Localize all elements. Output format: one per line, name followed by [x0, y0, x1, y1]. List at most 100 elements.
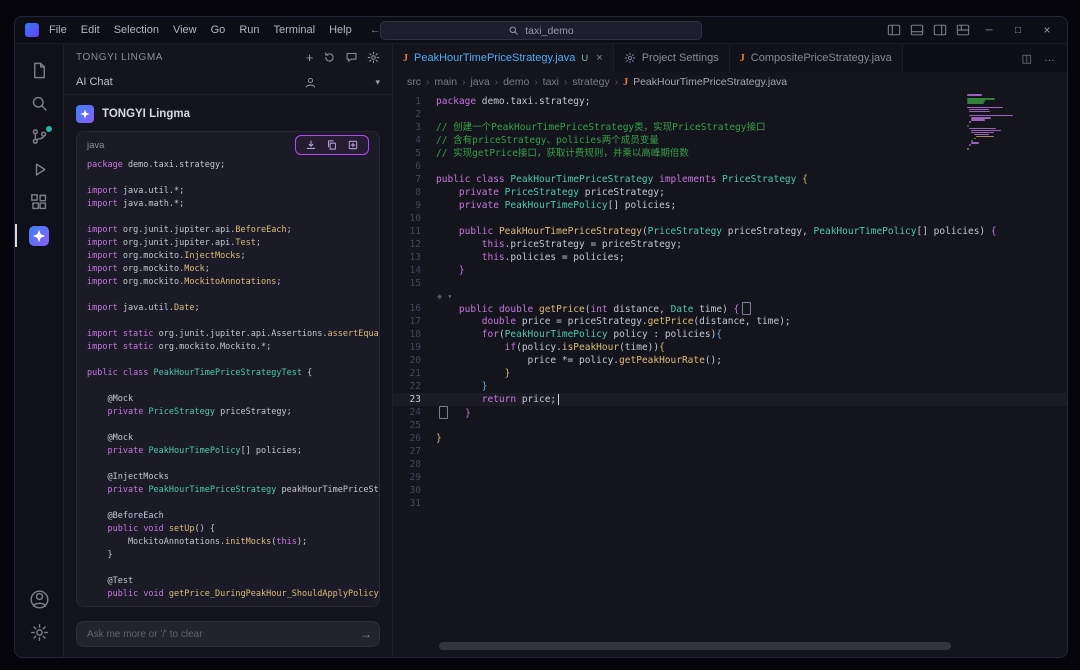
line-number: 17: [393, 315, 436, 328]
extensions-icon[interactable]: [15, 186, 63, 219]
panel-settings-icon[interactable]: [367, 51, 380, 64]
minimap[interactable]: [967, 94, 1013, 161]
close-button[interactable]: ×: [1037, 23, 1057, 37]
chat-tab-label: AI Chat: [76, 76, 113, 88]
code-line: 24 }: [393, 406, 1067, 419]
breadcrumb-item[interactable]: strategy: [572, 76, 609, 88]
code-line: import static org.mockito.Mockito.*;: [87, 342, 369, 355]
line-number: 20: [393, 354, 436, 367]
code-line: 7public class PeakHourTimePriceStrategy …: [393, 173, 1067, 186]
new-file-code-icon[interactable]: [347, 139, 359, 151]
sidebar-title: TONGYI LINGMA: [76, 52, 163, 63]
tab-close-icon[interactable]: ×: [596, 52, 602, 64]
code-line: 6: [393, 160, 1067, 173]
customize-layout-icon[interactable]: [956, 23, 970, 37]
split-editor-icon[interactable]: ◫: [1022, 52, 1032, 65]
code-line: 23 return price;: [393, 393, 1067, 406]
code-line: [87, 355, 369, 368]
layout-secondary-sidebar-icon[interactable]: [933, 23, 947, 37]
feedback-icon[interactable]: [345, 51, 358, 64]
line-number: 10: [393, 212, 436, 225]
line-number: 30: [393, 484, 436, 497]
lingma-sidebar: TONGYI LINGMA + AI Chat ▾: [64, 44, 393, 657]
app-logo-icon: [25, 23, 39, 37]
user-icon[interactable]: [304, 76, 317, 89]
account-icon[interactable]: [15, 583, 63, 616]
code-line: [87, 498, 369, 511]
code-line: import org.mockito.Mock;: [87, 264, 369, 277]
breadcrumb-item[interactable]: demo: [503, 76, 529, 88]
source-control-icon[interactable]: [15, 120, 63, 153]
line-number: 13: [393, 251, 436, 264]
project-settings-icon: [624, 52, 636, 64]
breadcrumb-item[interactable]: java: [470, 76, 489, 88]
tab-project-settings[interactable]: Project Settings: [614, 44, 730, 72]
code-line: [87, 420, 369, 433]
java-file-icon: J: [740, 53, 745, 64]
code-line: 10: [393, 212, 1067, 225]
settings-gear-icon[interactable]: [15, 616, 63, 649]
menu-item-go[interactable]: Go: [211, 24, 226, 36]
menu-item-run[interactable]: Run: [239, 24, 259, 36]
breadcrumb-item[interactable]: PeakHourTimePriceStrategy.java: [633, 76, 787, 88]
send-icon[interactable]: →: [360, 627, 372, 641]
minimize-button[interactable]: ─: [979, 25, 999, 36]
tab-label: PeakHourTimePriceStrategy.java: [414, 52, 575, 64]
layout-panel-icon[interactable]: [910, 23, 924, 37]
line-number: 5: [393, 147, 436, 160]
horizontal-scrollbar[interactable]: [439, 642, 951, 650]
code-line: [87, 290, 369, 303]
copy-code-icon[interactable]: [326, 139, 338, 151]
lingma-assistant-icon[interactable]: [15, 219, 63, 252]
code-editor[interactable]: 1package demo.taxi.strategy;23// 创建一个Pea…: [393, 92, 1067, 657]
code-line: 2: [393, 108, 1067, 121]
code-line: @Mock: [87, 394, 369, 407]
new-chat-icon[interactable]: +: [306, 51, 314, 64]
menu-item-selection[interactable]: Selection: [114, 24, 159, 36]
menu-item-help[interactable]: Help: [329, 24, 352, 36]
code-line: @BeforeEach: [87, 511, 369, 524]
breadcrumb-separator: ›: [462, 77, 465, 88]
breadcrumb-item[interactable]: taxi: [543, 76, 559, 88]
chat-input[interactable]: [76, 621, 380, 647]
tab-peakhourtimepricestrategy[interactable]: J PeakHourTimePriceStrategy.java U ×: [393, 44, 614, 72]
command-center-search[interactable]: taxi_demo: [380, 21, 702, 40]
menu-item-file[interactable]: File: [49, 24, 67, 36]
git-untracked-badge: U: [581, 53, 588, 64]
run-debug-icon[interactable]: [15, 153, 63, 186]
breadcrumb-separator: ›: [534, 77, 537, 88]
chat-code-content: package demo.taxi.strategy; import java.u…: [77, 158, 379, 606]
chevron-down-icon[interactable]: ▾: [375, 77, 380, 88]
more-actions-icon[interactable]: …: [1044, 52, 1055, 64]
line-number: 12: [393, 238, 436, 251]
code-line: import java.util.Date;: [87, 303, 369, 316]
code-line: @Test: [87, 576, 369, 589]
line-number: 6: [393, 160, 436, 173]
code-line: @InjectMocks: [87, 472, 369, 485]
menu-item-terminal[interactable]: Terminal: [274, 24, 316, 36]
line-number: 7: [393, 173, 436, 186]
chat-messages: TONGYI Lingma java package demo.taxi.str…: [64, 95, 392, 613]
line-number: 4: [393, 134, 436, 147]
breadcrumb: src› main› java› demo› taxi› strategy› J…: [393, 72, 1067, 92]
tab-compositepricestrategy[interactable]: J CompositePriceStrategy.java: [730, 44, 903, 72]
maximize-button[interactable]: □: [1008, 25, 1028, 36]
search-sidebar-icon[interactable]: [15, 87, 63, 120]
line-number: 22: [393, 380, 436, 393]
chat-mode-selector[interactable]: AI Chat ▾: [64, 70, 392, 95]
code-line: 5// 实现getPrice接口，获取计费规则，并乘以高峰期倍数: [393, 147, 1067, 160]
code-line: @Mock: [87, 433, 369, 446]
code-line: package demo.taxi.strategy;: [87, 160, 369, 173]
code-line: [87, 563, 369, 576]
history-icon[interactable]: [323, 51, 336, 64]
code-line: [87, 316, 369, 329]
insert-code-icon[interactable]: [305, 139, 317, 151]
breadcrumb-item[interactable]: main: [434, 76, 457, 88]
breadcrumb-item[interactable]: src: [407, 76, 421, 88]
menu-item-view[interactable]: View: [173, 24, 197, 36]
code-line: 11 public PeakHourTimePriceStrategy(Pric…: [393, 225, 1067, 238]
code-line: 9 private PeakHourTimePolicy[] policies;: [393, 199, 1067, 212]
menu-item-edit[interactable]: Edit: [81, 24, 100, 36]
explorer-icon[interactable]: [15, 54, 63, 87]
layout-sidebar-icon[interactable]: [887, 23, 901, 37]
